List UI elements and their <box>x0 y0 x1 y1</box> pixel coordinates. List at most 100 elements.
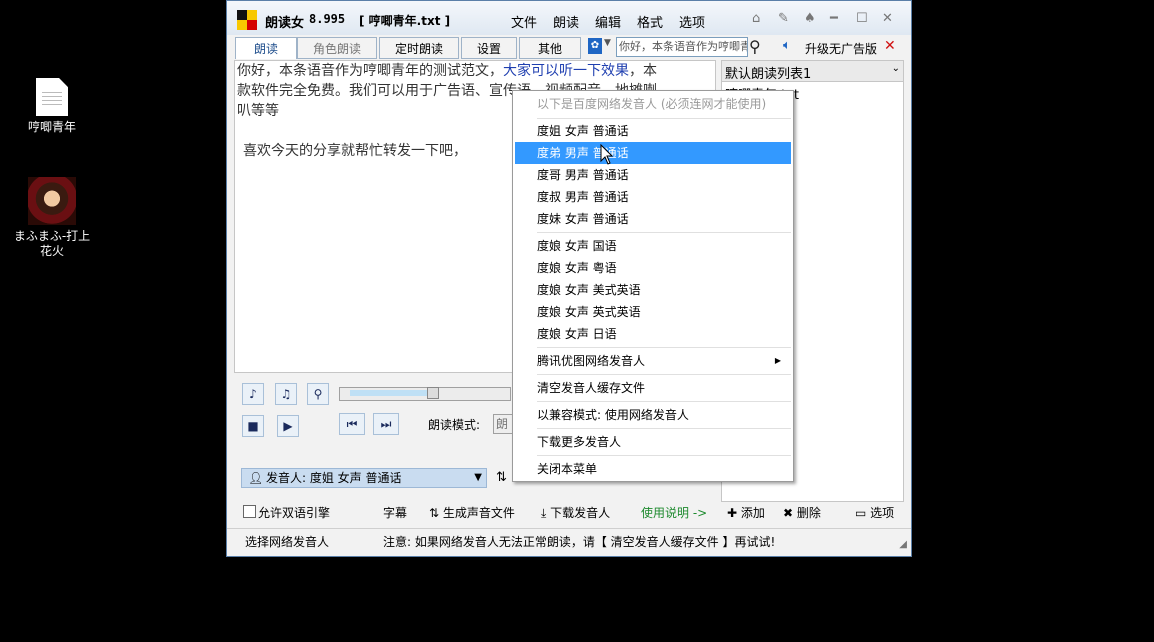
menu-options[interactable]: 选项 <box>679 12 705 31</box>
app-version: 8.995 <box>309 12 346 26</box>
close-icon[interactable]: ✕ <box>882 11 893 26</box>
avatar-image-icon <box>28 177 76 225</box>
menu-edit[interactable]: 编辑 <box>595 12 621 31</box>
desktop-icon-music-file[interactable]: まふまふ-打上花火 <box>12 177 92 259</box>
menu-item-voice[interactable]: 度娘 女声 粤语 <box>515 257 791 279</box>
dual-engine-checkbox[interactable]: 允许双语引擎 <box>243 505 330 521</box>
progress-slider[interactable] <box>339 387 511 401</box>
app-name: 朗读女 <box>265 16 305 31</box>
menu-item-voice[interactable]: 度娘 女声 美式英语 <box>515 279 791 301</box>
search-input[interactable]: 你好，本条语音作为哼唧青年的测试范文 <box>616 37 748 57</box>
menu-header: 以下是百度网络发音人 (必须连网才能使用) <box>537 97 767 111</box>
menu-item-label: 腾讯优图网络发音人 <box>537 354 646 368</box>
options-button[interactable]: ▭ 选项 <box>855 505 894 521</box>
status-text: 选择网络发音人 <box>245 535 330 549</box>
play-icon[interactable]: ▶ <box>277 415 299 437</box>
close-ad-icon[interactable]: ✕ <box>884 38 896 54</box>
dropdown-arrow-icon[interactable]: ▼ <box>604 38 611 48</box>
stop-icon[interactable]: ■ <box>242 415 264 437</box>
search-icon[interactable]: ⚲ <box>749 37 761 56</box>
menu-format[interactable]: 格式 <box>637 12 663 31</box>
convert-icon: ⇅ <box>429 506 443 520</box>
menu-item-tencent-submenu[interactable]: 腾讯优图网络发音人 ▶ <box>515 350 791 372</box>
window-file-title: [ 哼唧青年.txt ] <box>359 14 451 28</box>
menu-item-voice[interactable]: 度娘 女声 日语 <box>515 323 791 345</box>
minimize-icon[interactable]: ━ <box>830 11 838 26</box>
menu-item-voice[interactable]: 度叔 男声 普通话 <box>515 186 791 208</box>
menu-divider <box>537 455 791 456</box>
generate-audio-button[interactable]: ⇅ 生成声音文件 <box>429 505 515 521</box>
app-logo-icon <box>237 10 257 30</box>
download-icon: ⤓ <box>541 506 551 520</box>
status-notice: 注意: 如果网络发音人无法正常朗读，请【 清空发音人缓存文件 】再试试! <box>383 535 776 549</box>
window-icon: ▭ <box>855 506 871 520</box>
progress-fill <box>350 390 428 396</box>
read-mode-label: 朗读模式: <box>428 418 481 432</box>
voice-selector[interactable]: 👤︎ 发音人: 度姐 女声 普通话 ▼ <box>241 468 487 488</box>
menu-item-voice[interactable]: 度哥 男声 普通话 <box>515 164 791 186</box>
menu-item-voice[interactable]: 度姐 女声 普通话 <box>515 120 791 142</box>
tab-settings[interactable]: 设置 <box>461 37 517 59</box>
editor-text: 你好，本条语音作为哼唧青年的测试范文， <box>237 63 503 79</box>
playlist-select[interactable]: 默认朗读列表1 ⌄ <box>722 61 903 82</box>
desktop-icon-label: 哼唧青年 <box>27 120 76 134</box>
text-file-icon <box>36 78 68 116</box>
title-bar: 朗读女 8.995 [ 哼唧青年.txt ] 文件 朗读 编辑 格式 选项 ⌂ … <box>227 1 911 35</box>
tab-read[interactable]: 朗读 <box>235 37 297 59</box>
chevron-down-icon: ▼ <box>474 472 482 483</box>
editor-highlight-text: 大家可以听一下效果 <box>503 63 629 79</box>
editor-text: ，本 <box>629 63 657 79</box>
status-bar: 选择网络发音人 注意: 如果网络发音人无法正常朗读，请【 清空发音人缓存文件 】… <box>227 528 911 556</box>
download-voice-button[interactable]: ⤓ 下载发音人 <box>541 505 610 521</box>
add-button[interactable]: ✚ 添加 <box>727 505 765 521</box>
resize-grip-icon[interactable]: ◢ <box>899 539 907 550</box>
help-link[interactable]: 使用说明 -> <box>641 505 707 521</box>
mouse-cursor-icon <box>600 144 614 165</box>
dual-engine-label: 允许双语引擎 <box>258 506 331 520</box>
microphone-icon[interactable]: ⚲ <box>307 383 329 405</box>
tab-role-read[interactable]: 角色朗读 <box>297 37 377 59</box>
speaker-icon: 🔈︎ <box>783 38 791 53</box>
skin-icon[interactable]: ♠ <box>804 11 816 26</box>
generate-audio-label: 生成声音文件 <box>442 506 515 520</box>
menu-item-download-more[interactable]: 下载更多发音人 <box>515 431 791 453</box>
menu-item-voice[interactable]: 度娘 女声 国语 <box>515 235 791 257</box>
menu-item-voice[interactable]: 度妹 女声 普通话 <box>515 208 791 230</box>
menu-file[interactable]: 文件 <box>511 12 537 31</box>
x-icon: ✖ <box>783 506 797 520</box>
tools-icon[interactable]: ✎ <box>778 11 789 26</box>
menu-item-clear-cache[interactable]: 清空发音人缓存文件 <box>515 377 791 399</box>
paw-icon[interactable]: ✿ <box>588 38 602 54</box>
menu-read[interactable]: 朗读 <box>553 12 579 31</box>
playlist-select-value: 默认朗读列表1 <box>725 67 812 82</box>
tab-other[interactable]: 其他 <box>519 37 581 59</box>
slider-handle[interactable] <box>427 387 439 399</box>
delete-button[interactable]: ✖ 删除 <box>783 505 821 521</box>
download-voice-label: 下载发音人 <box>550 506 611 520</box>
menu-divider <box>537 401 791 402</box>
upgrade-link[interactable]: 升级无广告版 <box>805 40 877 57</box>
previous-icon[interactable]: ⏮ <box>339 413 365 435</box>
menu-divider <box>537 232 791 233</box>
checkbox-icon <box>243 505 256 518</box>
tab-timed-read[interactable]: 定时朗读 <box>379 37 459 59</box>
home-icon[interactable]: ⌂ <box>752 11 760 26</box>
menu-item-voice[interactable]: 度娘 女声 英式英语 <box>515 301 791 323</box>
add-label: 添加 <box>740 506 765 520</box>
desktop-icon-text-file[interactable]: 哼唧青年 <box>12 78 92 135</box>
menu-item-voice[interactable]: 度弟 男声 普通话 <box>515 142 791 164</box>
voice-context-menu: 以下是百度网络发音人 (必须连网才能使用) 度姐 女声 普通话 度弟 男声 普通… <box>512 90 794 482</box>
menu-divider <box>537 374 791 375</box>
next-icon[interactable]: ⏭ <box>373 413 399 435</box>
menu-divider <box>537 347 791 348</box>
desktop-icon-label: まふまふ-打上花火 <box>13 229 91 258</box>
maximize-icon[interactable]: ☐ <box>856 11 868 26</box>
voice-settings-icon[interactable]: ⇅ <box>496 470 507 485</box>
menu-item-close[interactable]: 关闭本菜单 <box>515 458 791 480</box>
note-file-icon[interactable]: ♪ <box>242 383 264 405</box>
subtitle-button[interactable]: 字幕 <box>383 505 407 521</box>
submenu-arrow-icon: ▶ <box>774 356 781 365</box>
music-note-icon[interactable]: ♫ <box>275 383 297 405</box>
plus-icon: ✚ <box>727 506 741 520</box>
menu-item-compat-mode[interactable]: 以兼容模式: 使用网络发音人 <box>515 404 791 426</box>
